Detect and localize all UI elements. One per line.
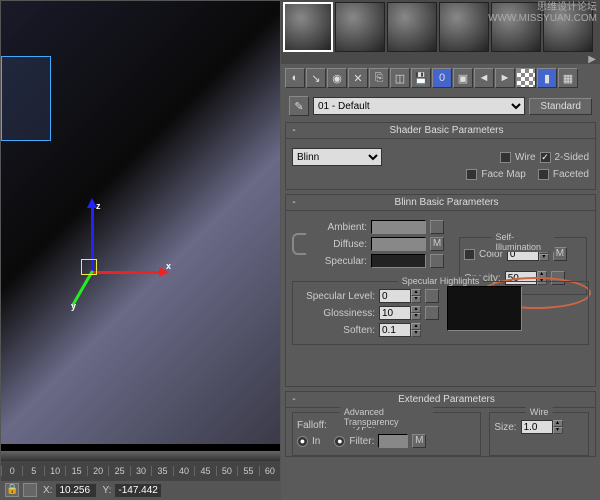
assign-icon[interactable]: ◉ — [327, 68, 347, 88]
coord-x-label: X: — [43, 485, 52, 496]
timeline-ruler[interactable]: 051015202530354045505560 — [1, 461, 280, 481]
material-toolbar: ◐ ↘ ◉ ✕ ⎘ ◫ 💾 0 ▣ ◄ ► ▮ ▦ — [281, 64, 600, 92]
filter-map-button[interactable]: M — [412, 434, 426, 448]
timeline-tick[interactable]: 0 — [1, 466, 22, 476]
soften-spinner[interactable]: ▴▾ — [379, 323, 421, 337]
timeline-tick[interactable]: 5 — [22, 466, 43, 476]
timeline-tick[interactable]: 25 — [108, 466, 129, 476]
scene-object[interactable] — [1, 56, 51, 141]
spec-level-map-button[interactable] — [425, 289, 439, 303]
get-material-icon[interactable]: ◐ — [285, 68, 305, 88]
go-parent-icon[interactable]: ◄ — [474, 68, 494, 88]
type-filter-radio[interactable]: ● — [334, 436, 345, 447]
specular-map-button[interactable] — [430, 254, 444, 268]
shader-type-dropdown[interactable]: Blinn — [292, 148, 382, 166]
put-to-library-icon[interactable]: 💾 — [411, 68, 431, 88]
put-to-scene-icon[interactable]: ↘ — [306, 68, 326, 88]
material-editor: 思维设计论坛 WWW.MISSYUAN.COM ▶ ◐ ↘ ◉ ✕ ⎘ ◫ 💾 … — [281, 0, 600, 500]
status-bar: 🔒 X: 10.256 Y: -147.442 — [1, 481, 280, 499]
wire-size-spinner[interactable]: ▴▾ — [521, 420, 563, 434]
self-illum-map-button[interactable]: M — [553, 247, 567, 261]
material-slot-3[interactable] — [387, 2, 437, 52]
collapse-icon[interactable]: - — [288, 197, 300, 208]
ambient-map-button[interactable] — [430, 220, 444, 234]
scroll-right-icon[interactable]: ▶ — [588, 54, 596, 64]
timeline-tick[interactable]: 60 — [259, 466, 280, 476]
material-slot-1[interactable] — [283, 2, 333, 52]
specular-level-spinner[interactable]: ▴▾ — [379, 289, 421, 303]
blinn-basic-panel: -Blinn Basic Parameters Ambient: Diffuse… — [285, 194, 596, 387]
viewport-scene[interactable]: x y z — [1, 1, 280, 444]
shader-basic-panel: -Shader Basic Parameters Blinn Wire ✓2-S… — [285, 122, 596, 190]
face-map-checkbox[interactable] — [466, 169, 477, 180]
material-name-dropdown[interactable]: 01 - Default — [313, 97, 525, 115]
viewport-perspective[interactable]: istic ] x y z 051015202530354045505560 🔒… — [0, 0, 281, 500]
timeline-tick[interactable]: 15 — [65, 466, 86, 476]
coord-y-value[interactable]: -147.442 — [115, 484, 160, 497]
two-sided-checkbox[interactable]: ✓ — [540, 152, 551, 163]
timeline-tick[interactable]: 50 — [216, 466, 237, 476]
transform-gizmo[interactable]: x y z — [56, 201, 176, 321]
glossiness-spinner[interactable]: ▴▾ — [379, 306, 421, 320]
self-illum-color-checkbox[interactable] — [464, 249, 475, 260]
falloff-in-radio[interactable]: ● — [297, 436, 308, 447]
key-icon[interactable] — [23, 483, 37, 497]
ambient-swatch[interactable] — [371, 220, 426, 234]
material-slot-2[interactable] — [335, 2, 385, 52]
reset-icon[interactable]: ✕ — [348, 68, 368, 88]
panel-title: Blinn Basic Parameters — [300, 197, 593, 208]
specular-highlights-group: Specular Highlights Specular Level:▴▾ Gl… — [292, 281, 589, 345]
background-icon[interactable]: ▮ — [537, 68, 557, 88]
timeline-tick[interactable]: 55 — [237, 466, 258, 476]
timeline-tick[interactable]: 30 — [130, 466, 151, 476]
timeline-tick[interactable]: 35 — [151, 466, 172, 476]
diffuse-map-button[interactable]: M — [430, 237, 444, 251]
advanced-transparency-group: Advanced Transparency Falloff: Type: ●In… — [292, 412, 481, 456]
faceted-checkbox[interactable] — [538, 169, 549, 180]
collapse-icon[interactable]: - — [288, 125, 300, 136]
material-name-row: ✎ 01 - Default Standard — [281, 92, 600, 120]
panel-title: Shader Basic Parameters — [300, 125, 593, 136]
timeline-tick[interactable]: 40 — [173, 466, 194, 476]
options-icon[interactable]: ▦ — [558, 68, 578, 88]
lock-icon[interactable]: 🔒 — [5, 483, 19, 497]
make-unique-icon[interactable]: ◫ — [390, 68, 410, 88]
collapse-icon[interactable]: - — [288, 394, 300, 405]
make-copy-icon[interactable]: ⎘ — [369, 68, 389, 88]
wire-group: Wire Size:▴▾ — [489, 412, 589, 456]
show-end-result-icon[interactable]: ▣ — [453, 68, 473, 88]
material-slot-4[interactable] — [439, 2, 489, 52]
axis-x-label: x — [166, 261, 171, 271]
coord-x-value[interactable]: 10.256 — [56, 484, 96, 497]
material-id-icon[interactable]: 0 — [432, 68, 452, 88]
extended-params-panel: -Extended Parameters Advanced Transparen… — [285, 391, 596, 457]
show-map-icon[interactable] — [516, 68, 536, 88]
gloss-map-button[interactable] — [425, 306, 439, 320]
time-slider[interactable] — [1, 451, 280, 461]
wire-checkbox[interactable] — [500, 152, 511, 163]
material-type-button[interactable]: Standard — [529, 98, 592, 115]
highlight-preview — [447, 286, 522, 331]
lock-ambient-diffuse-icon[interactable] — [292, 233, 306, 255]
gizmo-origin[interactable] — [81, 259, 97, 275]
panel-title: Extended Parameters — [300, 394, 593, 405]
coord-y-label: Y: — [102, 485, 111, 496]
axis-z-label: z — [96, 201, 101, 211]
watermark: 思维设计论坛 WWW.MISSYUAN.COM — [488, 2, 597, 24]
axis-y-label: y — [71, 301, 76, 311]
specular-swatch[interactable] — [371, 254, 426, 268]
timeline-tick[interactable]: 45 — [194, 466, 215, 476]
filter-swatch[interactable] — [378, 434, 408, 448]
timeline-tick[interactable]: 20 — [87, 466, 108, 476]
diffuse-swatch[interactable] — [371, 237, 426, 251]
axis-x[interactable] — [91, 271, 166, 274]
timeline-tick[interactable]: 10 — [44, 466, 65, 476]
go-forward-icon[interactable]: ► — [495, 68, 515, 88]
pick-material-icon[interactable]: ✎ — [289, 96, 309, 116]
